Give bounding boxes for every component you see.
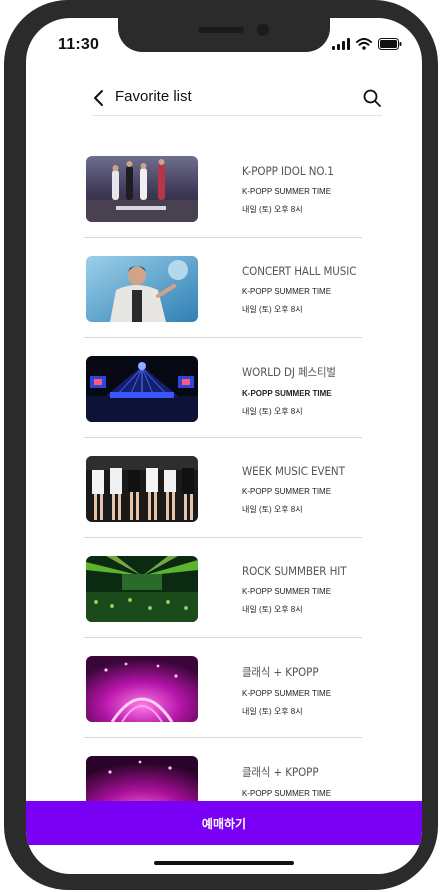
list-item[interactable]: K-POPP IDOL NO.1 K-POPP SUMMER TIME 내일 (… (84, 138, 362, 238)
event-subtitle: K-POPP SUMMER TIME (242, 587, 332, 596)
status-time: 11:30 (58, 36, 100, 53)
front-camera (257, 24, 269, 36)
event-subtitle: K-POPP SUMMER TIME (242, 789, 332, 798)
event-thumbnail (86, 656, 198, 722)
event-title: K-POPP IDOL NO.1 (242, 164, 334, 178)
event-info: 클래식 + KPOPP K-POPP SUMMER TIME (242, 764, 360, 798)
list-item[interactable]: ROCK SUMMBER HIT K-POPP SUMMER TIME 내일 (… (84, 538, 362, 638)
event-subtitle: K-POPP SUMMER TIME (242, 487, 332, 496)
event-thumbnail (86, 356, 198, 422)
battery-icon (378, 38, 402, 50)
wifi-icon (356, 38, 372, 50)
event-subtitle: K-POPP SUMMER TIME (242, 689, 332, 698)
event-info: WEEK MUSIC EVENT K-POPP SUMMER TIME 내일 (… (242, 464, 360, 515)
signal-icon (332, 38, 350, 50)
volume-down-button (4, 266, 10, 320)
speaker (198, 27, 244, 33)
favorite-list: K-POPP IDOL NO.1 K-POPP SUMMER TIME 내일 (… (84, 138, 362, 838)
event-time: 내일 (토) 오후 8시 (242, 407, 303, 416)
status-icons (332, 38, 402, 50)
mute-switch (4, 142, 10, 172)
power-button (432, 236, 438, 332)
event-time: 내일 (토) 오후 8시 (242, 205, 303, 214)
list-item[interactable]: CONCERT HALL MUSIC K-POPP SUMMER TIME 내일… (84, 238, 362, 338)
home-indicator[interactable] (154, 861, 294, 865)
event-thumbnail (86, 156, 198, 222)
event-thumbnail (86, 456, 198, 522)
event-title: ROCK SUMMBER HIT (242, 564, 347, 578)
event-time: 내일 (토) 오후 8시 (242, 605, 303, 614)
list-item[interactable]: WEEK MUSIC EVENT K-POPP SUMMER TIME 내일 (… (84, 438, 362, 538)
event-thumbnail (86, 556, 198, 622)
event-title: WEEK MUSIC EVENT (242, 464, 345, 478)
event-time: 내일 (토) 오후 8시 (242, 707, 303, 716)
event-info: WORLD DJ 페스티벌 K-POPP SUMMER TIME 내일 (토) … (242, 364, 360, 417)
event-info: ROCK SUMMBER HIT K-POPP SUMMER TIME 내일 (… (242, 564, 360, 615)
event-title: 클래식 + KPOPP (242, 765, 319, 779)
event-thumbnail (86, 256, 198, 322)
chevron-left-icon[interactable] (92, 88, 106, 108)
event-title: 클래식 + KPOPP (242, 665, 319, 679)
volume-up-button (4, 196, 10, 250)
event-title: CONCERT HALL MUSIC (242, 264, 357, 278)
event-title: WORLD DJ 페스티벌 (242, 365, 336, 379)
event-subtitle: K-POPP SUMMER TIME (242, 287, 332, 296)
event-subtitle: K-POPP SUMMER TIME (242, 187, 332, 196)
reserve-button[interactable]: 예매하기 (26, 801, 422, 845)
header: Favorite list (92, 82, 382, 116)
screen: 11:30 Favorite list K-POPP IDOL NO.1 K-P… (26, 18, 422, 874)
event-time: 내일 (토) 오후 8시 (242, 305, 303, 314)
page-title: Favorite list (115, 88, 192, 105)
phone-frame: 11:30 Favorite list K-POPP IDOL NO.1 K-P… (4, 0, 438, 890)
event-info: CONCERT HALL MUSIC K-POPP SUMMER TIME 내일… (242, 264, 360, 315)
event-subtitle: K-POPP SUMMER TIME (242, 389, 332, 398)
search-icon[interactable] (362, 88, 382, 108)
event-info: 클래식 + KPOPP K-POPP SUMMER TIME 내일 (토) 오후… (242, 664, 360, 717)
notch (118, 18, 330, 52)
list-item[interactable]: WORLD DJ 페스티벌 K-POPP SUMMER TIME 내일 (토) … (84, 338, 362, 438)
event-info: K-POPP IDOL NO.1 K-POPP SUMMER TIME 내일 (… (242, 164, 360, 215)
event-time: 내일 (토) 오후 8시 (242, 505, 303, 514)
list-item[interactable]: 클래식 + KPOPP K-POPP SUMMER TIME 내일 (토) 오후… (84, 638, 362, 738)
